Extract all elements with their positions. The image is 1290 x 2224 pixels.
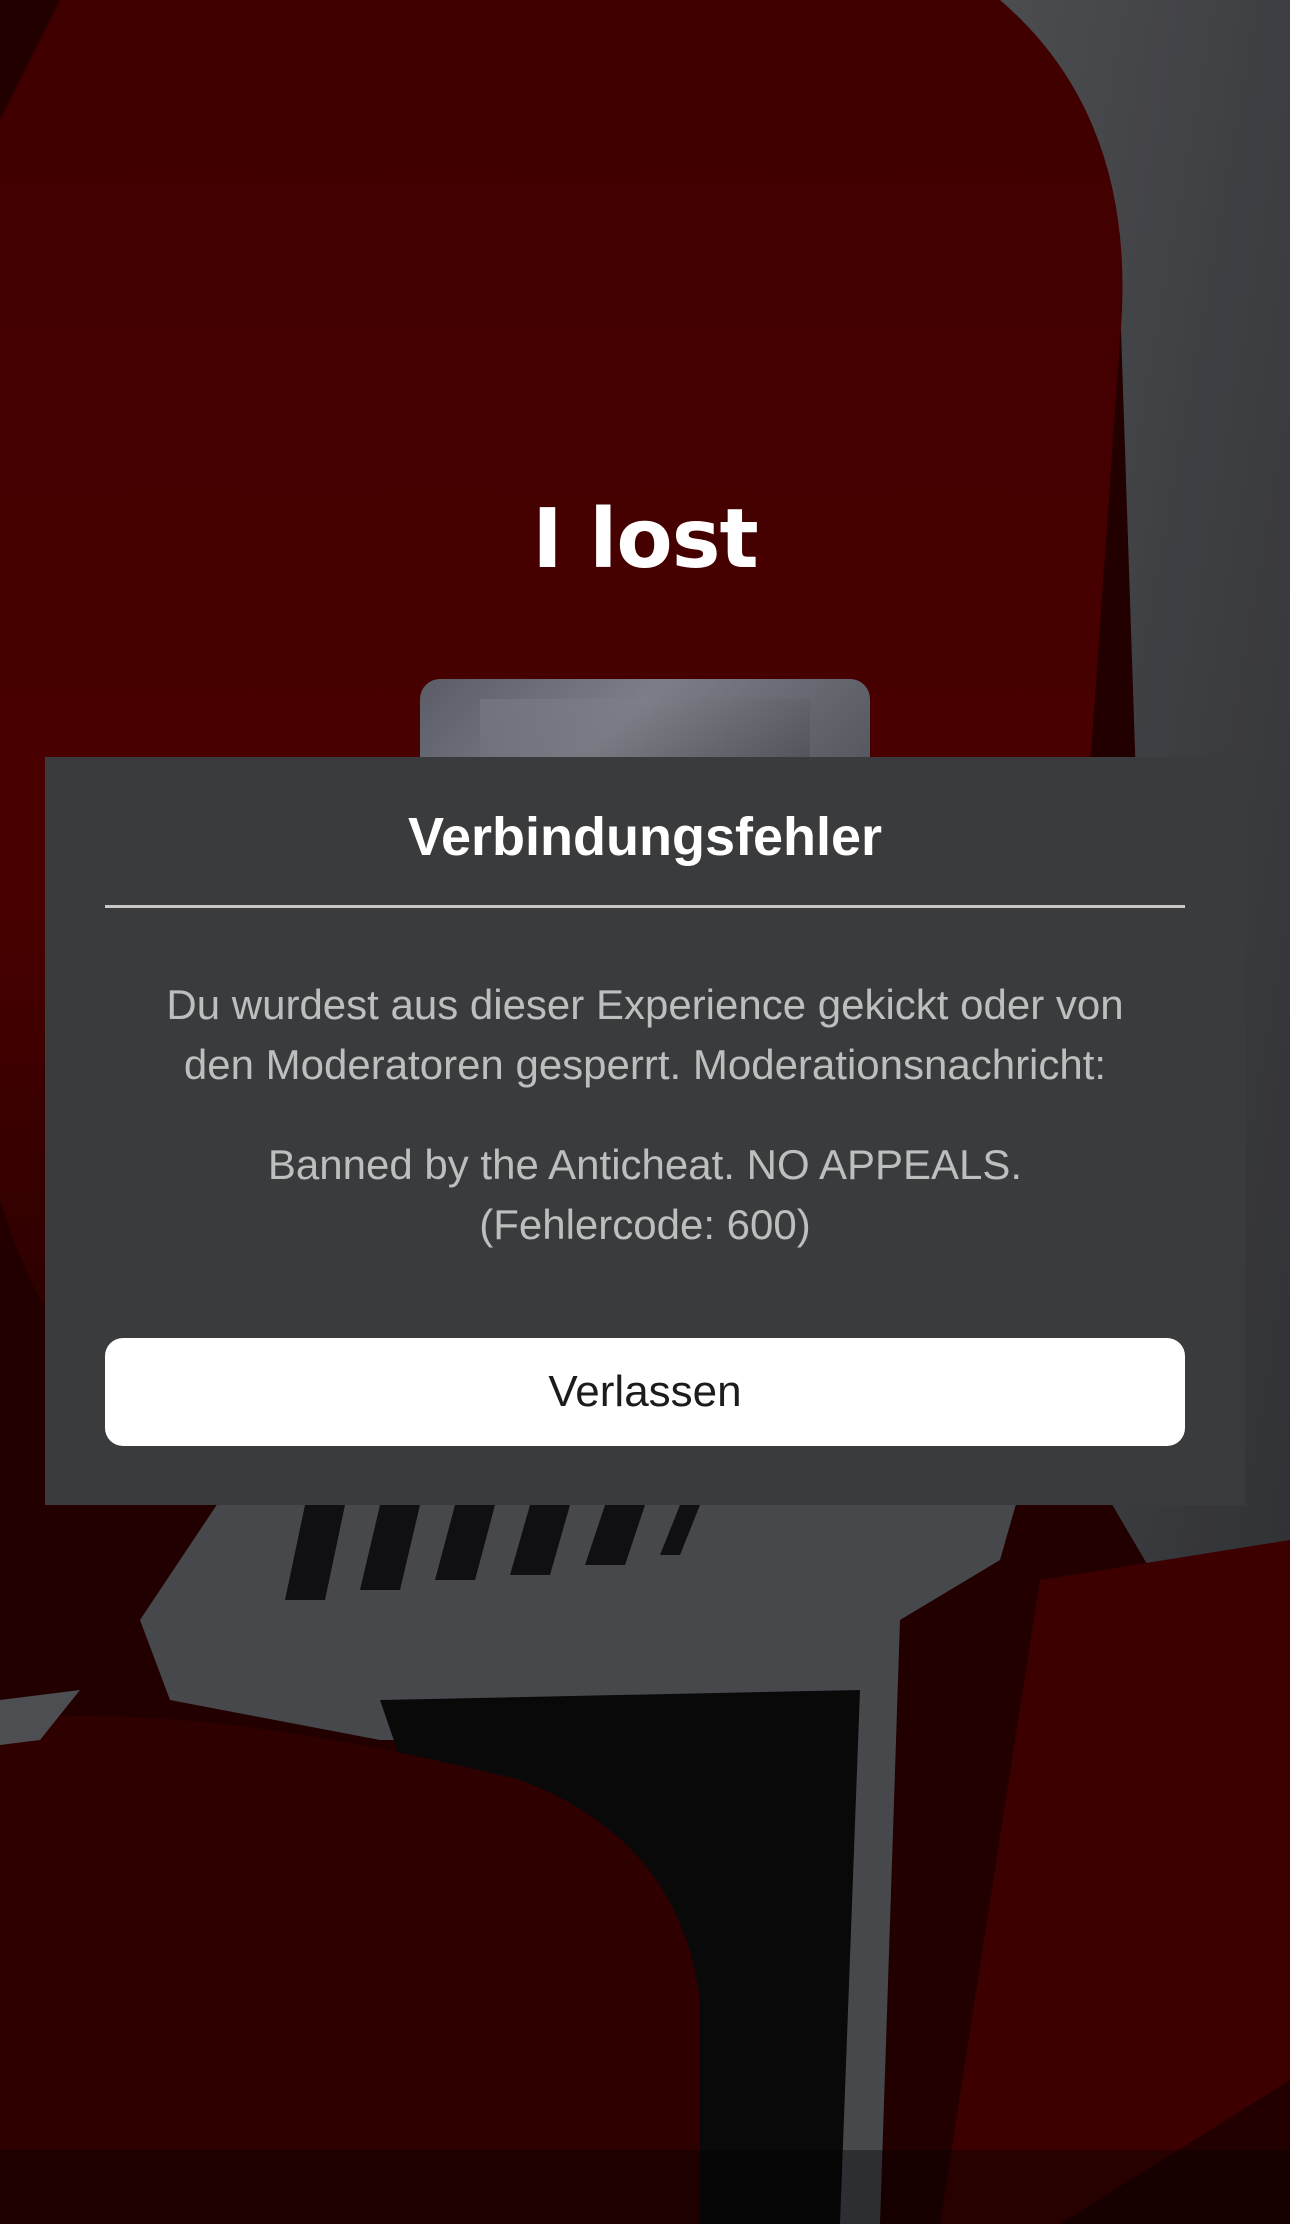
message-line: Du wurdest aus dieser Experience gekickt… [166, 981, 1124, 1028]
game-title: I lost [532, 492, 759, 587]
dialog-title: Verbindungsfehler [407, 807, 883, 867]
moderation-message-line: Banned by the Anticheat. NO APPEALS. [267, 1141, 1023, 1188]
game-thumbnail [420, 679, 870, 769]
dialog-message: Du wurdest aus dieser Experience gekickt… [105, 975, 1185, 1255]
error-dialog: Verbindungsfehler Du wurdest aus dieser … [45, 757, 1245, 1505]
leave-button[interactable]: Verlassen [105, 1338, 1185, 1446]
message-line: den Moderatoren gesperrt. Moderationsnac… [183, 1041, 1107, 1088]
game-screen: I lost Verbindungsfehler Du wurdest aus … [0, 0, 1290, 2224]
error-code-line: (Fehlercode: 600) [479, 1201, 811, 1248]
dialog-divider [105, 905, 1185, 908]
